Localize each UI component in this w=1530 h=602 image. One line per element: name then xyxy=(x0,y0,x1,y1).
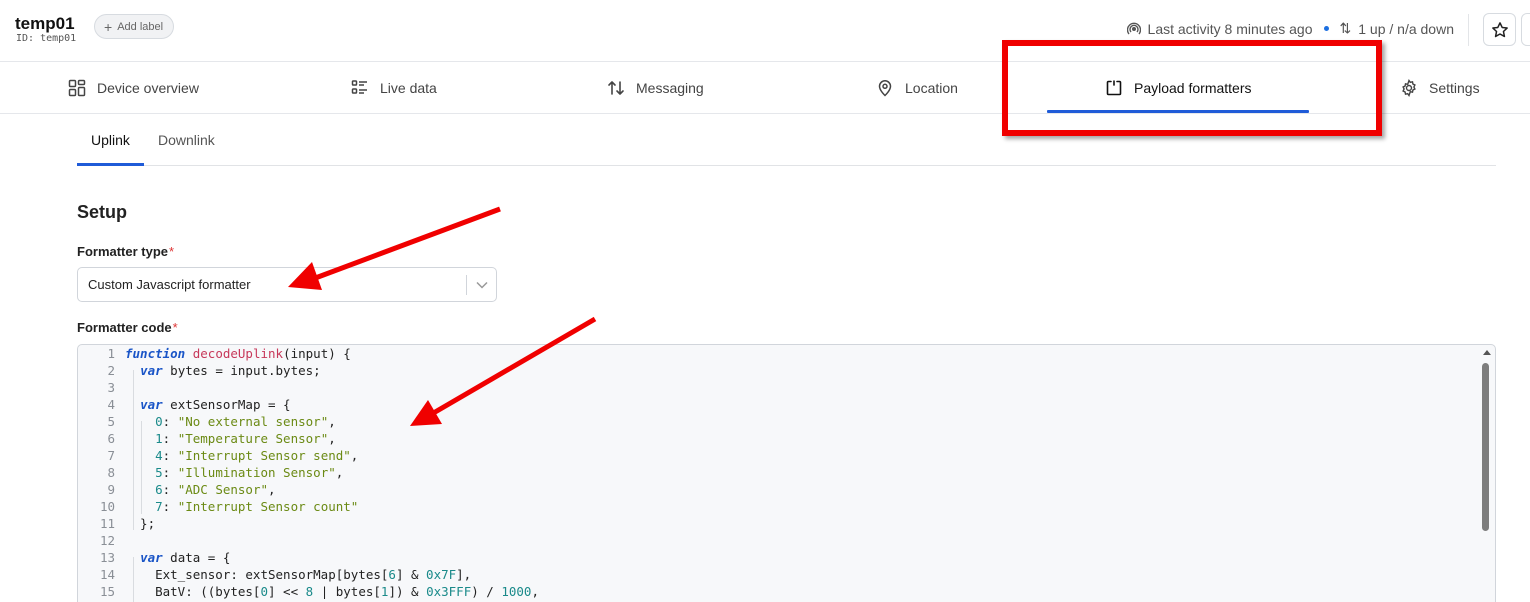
line-number: 4 xyxy=(107,397,115,412)
formatter-code-label: Formatter code* xyxy=(77,320,178,335)
code-text: 0: "No external sensor", xyxy=(155,414,336,429)
code-line: 13 var data = { xyxy=(78,549,1478,566)
formatter-subtabs: Uplink Downlink xyxy=(77,114,1496,166)
code-text: 1: "Temperature Sensor", xyxy=(155,431,336,446)
code-text: function decodeUplink(input) { xyxy=(125,346,351,361)
code-text: 4: "Interrupt Sensor send", xyxy=(155,448,359,463)
list-icon xyxy=(351,80,367,94)
tab-settings[interactable]: Settings xyxy=(1400,62,1480,114)
setup-heading: Setup xyxy=(77,202,128,222)
required-mark: * xyxy=(169,244,175,259)
line-number: 9 xyxy=(107,482,115,497)
code-line: 6 1: "Temperature Sensor", xyxy=(78,430,1478,447)
page: temp01 ID: temp01 + Add label Last activ… xyxy=(0,0,1530,602)
code-text: BatV: ((bytes[0] << 8 | bytes[1]) & 0x3F… xyxy=(125,584,539,599)
line-number: 2 xyxy=(107,363,115,378)
code-text: 5: "Illumination Sensor", xyxy=(155,465,344,480)
tab-messaging[interactable]: Messaging xyxy=(607,62,704,114)
scroll-up-arrow-icon[interactable] xyxy=(1483,350,1491,355)
code-text: var extSensorMap = { xyxy=(140,397,291,412)
required-mark: * xyxy=(172,320,178,335)
line-number: 14 xyxy=(99,567,115,582)
formatter-type-value: Custom Javascript formatter xyxy=(88,277,251,292)
line-number: 8 xyxy=(107,465,115,480)
activity-dot xyxy=(1323,26,1329,31)
last-activity-text: Last activity 8 minutes ago xyxy=(1147,20,1313,37)
tab-label: Settings xyxy=(1429,80,1480,96)
active-subtab-indicator xyxy=(77,163,144,166)
line-number: 5 xyxy=(107,414,115,429)
code-line: 8 5: "Illumination Sensor", xyxy=(78,464,1478,481)
tab-label: Device overview xyxy=(97,80,199,96)
add-label-button[interactable]: + Add label xyxy=(94,14,175,39)
line-number: 1 xyxy=(107,346,115,361)
code-line: 4 var extSensorMap = { xyxy=(78,396,1478,413)
code-text: var bytes = input.bytes; xyxy=(140,363,321,378)
line-number: 7 xyxy=(107,448,115,463)
formatter-type-label-text: Formatter type xyxy=(77,244,169,259)
grid-icon xyxy=(68,79,86,97)
formatter-type-select[interactable]: Custom Javascript formatter xyxy=(77,267,497,302)
line-number: 3 xyxy=(107,380,115,395)
traffic-text: 1 up / n/a down xyxy=(1358,20,1454,37)
line-number: 13 xyxy=(99,550,115,565)
code-line: 11 }; xyxy=(78,515,1478,532)
formatter-code-editor[interactable]: 1 function decodeUplink(input) {2 var byt… xyxy=(77,344,1496,602)
location-pin-icon xyxy=(878,80,892,97)
tab-live-data[interactable]: Live data xyxy=(351,62,437,114)
editor-scrollbar-thumb[interactable] xyxy=(1482,363,1489,531)
activity-signal-icon xyxy=(1126,22,1141,34)
code-line: 7 4: "Interrupt Sensor send", xyxy=(78,447,1478,464)
code-line: 9 6: "ADC Sensor", xyxy=(78,481,1478,498)
code-line: 1 function decodeUplink(input) { xyxy=(78,345,1478,362)
line-number: 15 xyxy=(99,584,115,599)
line-number: 11 xyxy=(99,516,115,531)
tab-device-overview[interactable]: Device overview xyxy=(68,62,199,114)
star-button[interactable] xyxy=(1483,13,1516,46)
device-status: Last activity 8 minutes ago ⇅ 1 up / n/a… xyxy=(1126,20,1454,37)
traffic-arrows-icon: ⇅ xyxy=(1339,20,1352,36)
tab-label: Location xyxy=(905,80,958,96)
line-number: 12 xyxy=(99,533,115,548)
plus-icon: + xyxy=(104,18,113,35)
device-id: ID: temp01 xyxy=(16,33,77,44)
code-line: 2 var bytes = input.bytes; xyxy=(78,362,1478,379)
device-title: temp01 xyxy=(15,14,75,33)
code-text: Ext_sensor: extSensorMap[bytes[6] & 0x7F… xyxy=(125,567,472,582)
tab-label: Live data xyxy=(380,80,437,96)
code-line: 15 BatV: ((bytes[0] << 8 | bytes[1]) & 0… xyxy=(78,583,1478,600)
line-number: 6 xyxy=(107,431,115,446)
code-text: var data = { xyxy=(140,550,231,565)
code-line: 12 xyxy=(78,532,1478,549)
code-line: 10 7: "Interrupt Sensor count" xyxy=(78,498,1478,515)
code-text: }; xyxy=(125,516,156,531)
subtab-downlink[interactable]: Downlink xyxy=(158,114,215,166)
add-label-text: Add label xyxy=(117,20,164,33)
header-divider xyxy=(1468,14,1469,46)
star-icon xyxy=(1491,21,1508,37)
code-line: 3 xyxy=(78,379,1478,396)
line-number: 10 xyxy=(99,499,115,514)
tab-label: Messaging xyxy=(636,80,704,96)
updown-arrows-icon xyxy=(608,81,624,95)
chevron-down-icon xyxy=(467,281,496,289)
formatter-type-label: Formatter type* xyxy=(77,244,174,259)
code-text: 6: "ADC Sensor", xyxy=(155,482,276,497)
more-options-button[interactable] xyxy=(1521,13,1530,46)
code-line: 14 Ext_sensor: extSensorMap[bytes[6] & 0… xyxy=(78,566,1478,583)
gear-icon xyxy=(1402,79,1416,97)
subtab-uplink[interactable]: Uplink xyxy=(91,114,130,166)
code-line: 5 0: "No external sensor", xyxy=(78,413,1478,430)
formatter-code-label-text: Formatter code xyxy=(77,320,172,335)
code-text: 7: "Interrupt Sensor count" xyxy=(155,499,359,514)
tab-location[interactable]: Location xyxy=(876,62,958,114)
